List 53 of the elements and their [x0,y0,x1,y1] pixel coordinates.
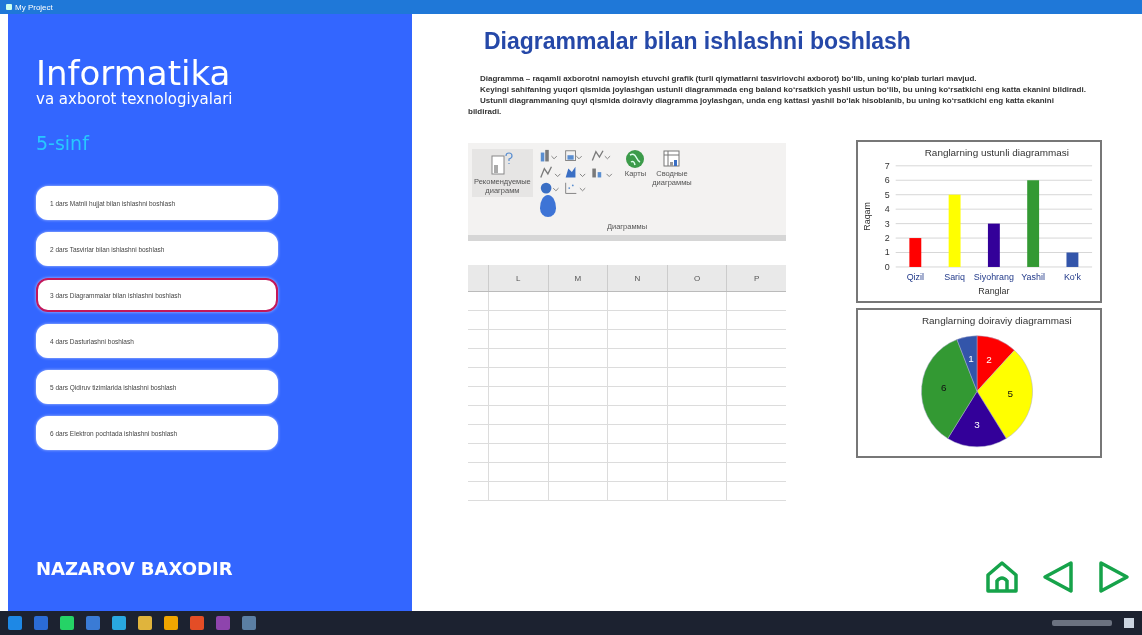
category-label: Ko'k [1063,271,1081,282]
taskbar-app-icon[interactable] [164,616,178,630]
axis-tick-label: 4 [884,204,890,215]
author-name: NAZAROV BAXODIR [36,558,234,579]
axis-title: Ranglar [978,285,1010,296]
axis-tick-label: 2 [884,233,890,244]
taskbar-app-icon[interactable] [242,616,256,630]
taskbar-app-icon[interactable] [112,616,126,630]
data-label: 5 [1007,388,1013,400]
data-label: 1 [968,352,974,364]
app-icon [6,4,12,10]
axis-tick-label: 3 [884,218,890,229]
axis-tick-label: 1 [884,247,890,258]
window-title: My Project [15,2,53,12]
chart-title: Ranglarning ustunli diagrammasi [924,146,1069,158]
column-header[interactable]: M [547,265,608,291]
course-title: Informatika [36,54,232,92]
taskbar-app-icon[interactable] [60,616,74,630]
axis-title: Raqam [861,202,872,231]
paragraph: Ustunli diagrammaning quyi qismida doiraviy diagramma joylashgan, unda eng kattasi yashil bo‘lak hisoblanib, bu uning ko‘rsatkichi eng katta ekanini bildiradi. [468,95,1055,117]
taskbar-app-icon[interactable] [216,616,230,630]
forward-arrow-icon[interactable] [1096,559,1132,595]
taskbar-app-icon[interactable] [34,616,48,630]
data-label: 2 [986,353,992,365]
globe-icon [625,149,646,169]
chart-question-icon [489,151,516,177]
chart-title: Ranglarning doiraviy diagrammasi [921,314,1072,326]
column-header[interactable]: N [607,265,667,291]
back-arrow-icon[interactable] [1040,559,1076,595]
pivot-chart-icon [661,149,682,169]
taskbar-app-icon[interactable] [8,616,22,630]
page-heading: Diagrammalar bilan ishlashni boshlash [484,28,912,55]
column-header[interactable]: L [488,265,548,291]
paragraph: Keyingi sahifaning yuqori qismida joylashgan ustunli diagrammada eng baland ko‘rsatkich yashil ustun bo‘lib, bu uning ko‘rsatkichi eng katta ekanini bildiradi. [479,84,1087,95]
category-label: Qizil [906,271,924,282]
category-label: Siyohrang [973,271,1014,282]
taskbar-app-icon[interactable] [138,616,152,630]
axis-tick-label: 5 [884,189,890,200]
axis-tick-label: 6 [884,175,890,186]
home-icon[interactable] [984,559,1020,595]
data-label: 3 [974,418,980,430]
column-header[interactable]: P [726,265,786,291]
category-label: Sariq [944,271,965,282]
axis-tick-label: 7 [884,160,890,171]
axis-tick-label: 0 [884,261,890,272]
taskbar-app-icon[interactable] [86,616,100,630]
grade-label: 5-sinf [36,132,91,154]
category-label: Yashil [1021,271,1045,282]
course-subtitle: va axborot texnologiyalari [36,90,234,108]
column-header[interactable]: O [666,265,727,291]
data-label: 6 [941,381,947,393]
paragraph: Diagramma – raqamli axborotni namoyish etuvchi grafik (turli qiymatlarni tasvirlovchi axborot) bo‘lib, uning ko‘plab turlari mavjud. [479,73,978,84]
taskbar-app-icon[interactable] [190,616,204,630]
